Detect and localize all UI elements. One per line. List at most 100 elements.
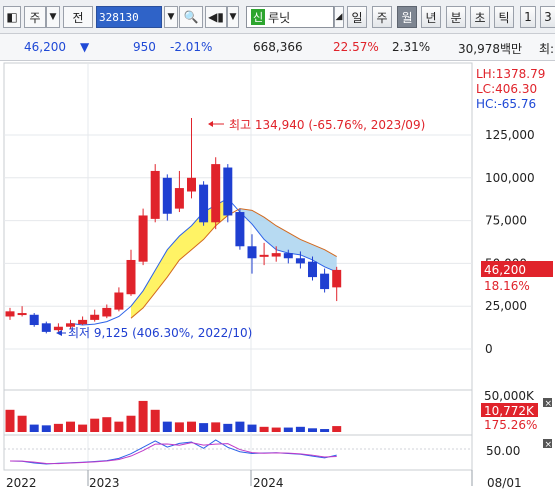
- candles: [5, 117, 342, 334]
- oscillator-lines: [4, 439, 472, 465]
- volume-bar: [211, 422, 221, 432]
- volume-bar: [308, 428, 317, 432]
- chart-type-dropdown-icon[interactable]: ▼: [46, 6, 60, 28]
- stock-code-value: 328130: [99, 10, 139, 24]
- price-change-pct: -2.01%: [170, 40, 213, 54]
- candle-body: [5, 311, 15, 317]
- candle-body: [29, 314, 39, 326]
- tab-month[interactable]: 월: [397, 6, 417, 28]
- volume-bar: [5, 409, 15, 432]
- interval-1-button[interactable]: 1: [520, 6, 536, 28]
- window-menu-icon[interactable]: ◧: [3, 6, 21, 28]
- interval-3-label: 3: [544, 10, 552, 24]
- price-chart[interactable]: 125,000100,00075,00050,00025,0000 LH:137…: [0, 62, 555, 493]
- candle-body: [259, 254, 269, 257]
- stock-name-arrow-icon[interactable]: ◢: [334, 6, 344, 28]
- volume-bar: [150, 409, 160, 432]
- quote-bar: 46,200 ▼ 950 -2.01% 668,366 22.57% 2.31%…: [0, 34, 555, 61]
- chart-type-select[interactable]: 주: [24, 6, 46, 28]
- price-change: 950: [133, 40, 156, 54]
- x-label-2024: 2024: [253, 476, 284, 490]
- x-label-2023: 2023: [89, 476, 120, 490]
- candle-body: [283, 253, 293, 259]
- y-tick-label: 125,000: [485, 128, 535, 142]
- volume-bar: [259, 426, 269, 432]
- chart-canvas[interactable]: 125,000100,00075,00050,00025,0000 LH:137…: [0, 62, 555, 493]
- volume-bar: [247, 424, 257, 432]
- tab-month-label: 월: [401, 10, 413, 25]
- volume-bar: [174, 422, 184, 432]
- candle-body: [211, 164, 221, 223]
- volume-bar: [235, 421, 245, 432]
- volume-bar: [90, 418, 100, 432]
- candle-body: [78, 319, 88, 325]
- turnover-pct: 2.31%: [392, 40, 431, 54]
- search-icon[interactable]: 🔍: [179, 6, 203, 28]
- volume-bar: [66, 421, 75, 432]
- y-axis-labels: 125,000100,00075,00050,00025,0000: [485, 128, 535, 356]
- candle-body: [126, 259, 136, 295]
- candle-body: [223, 167, 233, 216]
- tab-minute-label: 분: [450, 10, 462, 25]
- volume-max-label: 50,000K: [484, 389, 535, 403]
- tab-tick[interactable]: 틱: [494, 6, 514, 28]
- volume-bars: [5, 400, 342, 432]
- candle-body: [102, 307, 112, 317]
- osc-line-fast: [9, 439, 337, 465]
- current-price: 46,200: [24, 40, 66, 54]
- stock-code-input[interactable]: 328130: [96, 6, 162, 28]
- prev-label: 전: [72, 10, 84, 25]
- stock-badge: 신: [251, 9, 266, 25]
- candle-body: [247, 246, 257, 259]
- volume-current-label: 10,772K: [484, 404, 535, 418]
- code-dropdown-icon[interactable]: ▼: [164, 6, 178, 28]
- x-label-2022: 2022: [6, 476, 37, 490]
- interval-3-button[interactable]: 3: [540, 6, 555, 28]
- volume-value: 668,366: [253, 40, 303, 54]
- volume-bar: [199, 423, 209, 432]
- y-tick-label: 100,000: [485, 171, 535, 185]
- oscillator-close-glyph: ×: [545, 440, 553, 450]
- candle-body: [162, 177, 172, 214]
- toolbar: ◧ 주 ▼ 전 328130 ▼ 🔍 ◀▮ ▼ 신 루닛 ◢ 일 주 월 년 분…: [0, 0, 555, 34]
- stat-hc: HC:-65.76: [476, 97, 536, 111]
- volume-ratio: 22.57%: [333, 40, 379, 54]
- volume-bar: [41, 425, 51, 432]
- volume-bar: [17, 415, 27, 432]
- tab-minute[interactable]: 분: [446, 6, 466, 28]
- chart-type-label: 주: [29, 10, 41, 25]
- volume-bar: [271, 427, 281, 432]
- stat-lh: LH:1378.79: [476, 67, 545, 81]
- candle-body: [235, 212, 245, 247]
- candle-body: [332, 269, 342, 288]
- market-cap: 30,978백만: [458, 42, 523, 56]
- volume-pct-label: 175.26%: [484, 418, 537, 432]
- sound-icon[interactable]: ◀▮: [205, 6, 227, 28]
- candle-body: [41, 323, 51, 332]
- tab-year[interactable]: 년: [421, 6, 441, 28]
- candle-body: [174, 188, 184, 209]
- tab-year-label: 년: [425, 10, 437, 25]
- stock-name-field[interactable]: 신 루닛: [246, 6, 334, 28]
- candle-body: [150, 170, 160, 219]
- volume-close-glyph: ×: [545, 399, 553, 409]
- quote-trailing-label: 최:: [539, 42, 555, 56]
- y-tick-label: 0: [485, 342, 493, 356]
- current-price-label: 46,200: [484, 263, 526, 277]
- volume-bar: [223, 423, 233, 432]
- volume-bar: [29, 424, 39, 432]
- volume-bar: [187, 421, 196, 432]
- candle-body: [90, 314, 100, 320]
- tab-second[interactable]: 초: [470, 6, 490, 28]
- candle-body: [187, 177, 196, 192]
- oscillator-label: 50.00: [486, 444, 520, 458]
- volume-bar: [320, 429, 330, 432]
- tab-day-label: 일: [351, 10, 363, 25]
- tab-day[interactable]: 일: [347, 6, 367, 28]
- tab-week[interactable]: 주: [372, 6, 392, 28]
- sound-dropdown-icon[interactable]: ▼: [227, 6, 239, 28]
- prev-button[interactable]: 전: [63, 6, 93, 28]
- osc-line-slow: [9, 442, 337, 465]
- current-pct-label: 18.16%: [484, 279, 530, 293]
- stock-name: 루닛: [268, 10, 291, 25]
